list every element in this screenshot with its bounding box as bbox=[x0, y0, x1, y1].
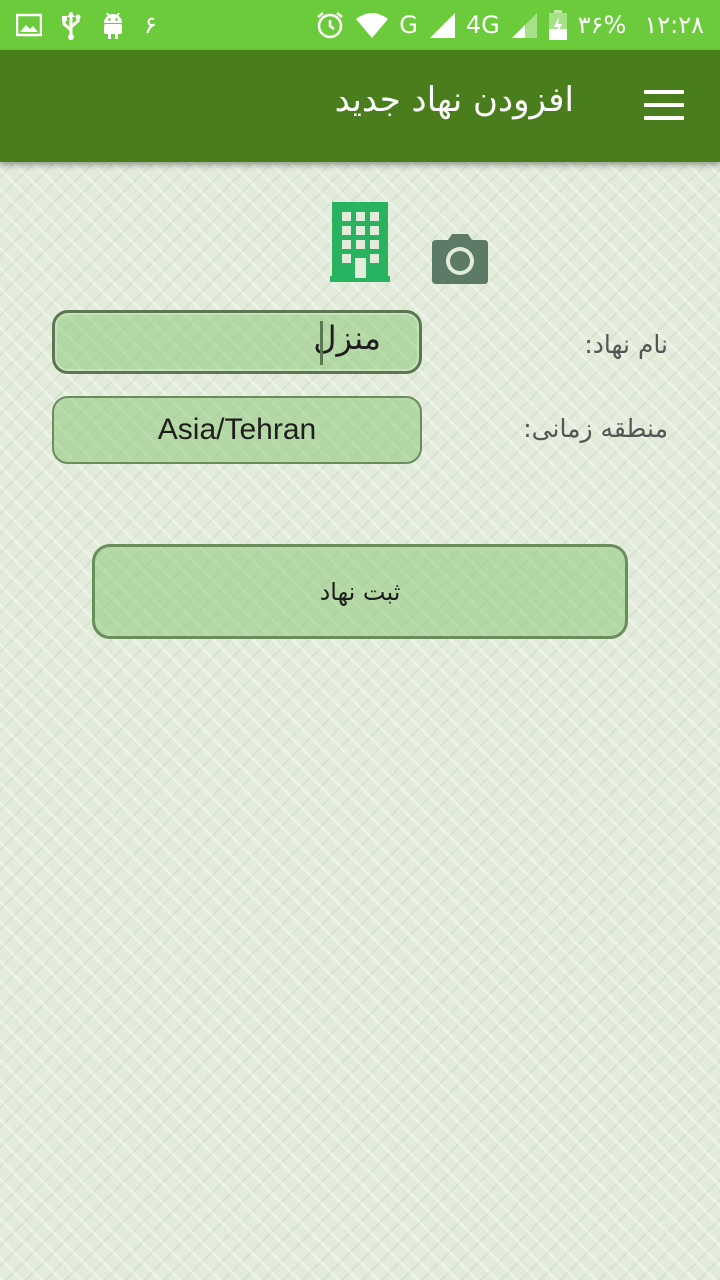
submit-button-label: ثبت نهاد bbox=[319, 577, 401, 606]
menu-line bbox=[644, 90, 684, 94]
menu-line bbox=[644, 116, 684, 120]
network-4g-label: 4G bbox=[465, 11, 500, 39]
status-bar: ۶ G 4G ۳۶% ۱۲:۲۸ bbox=[0, 0, 720, 50]
image-icon bbox=[16, 13, 42, 37]
alarm-icon bbox=[315, 10, 345, 40]
battery-icon bbox=[548, 9, 568, 41]
android-icon bbox=[100, 10, 126, 40]
menu-line bbox=[644, 103, 684, 107]
name-label: نام نهاد: bbox=[584, 330, 668, 359]
usb-icon bbox=[60, 10, 82, 40]
submit-button[interactable]: ثبت نهاد bbox=[92, 544, 628, 639]
notification-count: ۶ bbox=[144, 11, 157, 39]
camera-icon[interactable] bbox=[432, 234, 488, 288]
name-field[interactable]: منزل bbox=[52, 310, 422, 374]
building-icon bbox=[330, 202, 390, 286]
battery-percent: ۳۶% bbox=[577, 11, 627, 39]
page-title: افزودن نهاد جدید bbox=[334, 80, 574, 120]
wifi-icon bbox=[355, 11, 389, 39]
clock: ۱۲:۲۸ bbox=[644, 11, 704, 39]
name-input-value: منزل bbox=[313, 319, 381, 357]
app-bar: افزودن نهاد جدید bbox=[0, 50, 720, 162]
signal-weak-icon bbox=[510, 11, 538, 39]
status-left: ۶ bbox=[16, 10, 157, 40]
network-g-label: G bbox=[399, 11, 418, 39]
signal-icon bbox=[428, 11, 456, 39]
hamburger-menu-icon[interactable] bbox=[644, 90, 684, 120]
timezone-field[interactable]: Asia/Tehran bbox=[52, 396, 422, 464]
text-caret bbox=[320, 321, 323, 365]
timezone-value: Asia/Tehran bbox=[157, 413, 317, 446]
status-right: G 4G ۳۶% ۱۲:۲۸ bbox=[315, 9, 704, 41]
timezone-label: منطقه زمانی: bbox=[523, 414, 668, 443]
